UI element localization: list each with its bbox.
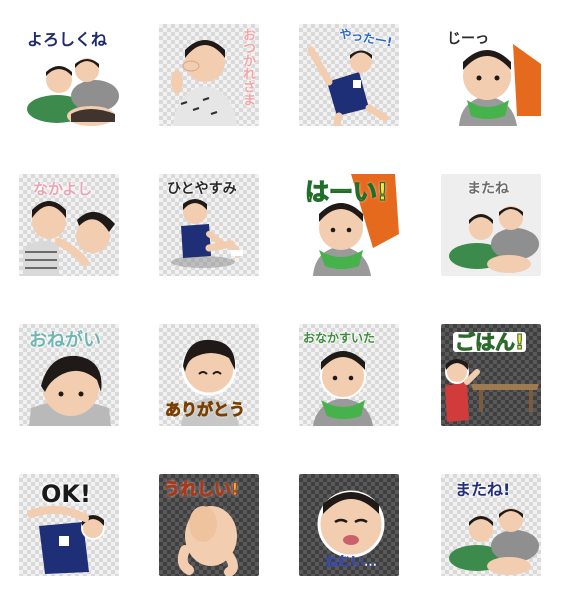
sticker-caption: よろしくね <box>27 30 108 49</box>
sticker-caption: おなかすいた <box>303 331 376 345</box>
sticker-caption: またね <box>467 181 509 197</box>
sticker-tile-ureshii[interactable]: うれしい! <box>159 474 259 576</box>
sticker-tile-arigatou[interactable]: ありがとう <box>159 324 259 426</box>
sticker-tile-gohan[interactable]: ごはん! <box>441 324 541 426</box>
sticker-caption: ありがとう <box>165 400 246 419</box>
sticker-caption: ねむい… <box>325 555 378 570</box>
sticker-caption: おつかれさま <box>240 28 255 106</box>
sticker-grid: よろしくね おつかれさま やったー! じーっ なかよし ひとやすみ はーい! ま… <box>0 0 562 600</box>
sticker-caption: じーっ <box>447 31 489 47</box>
sticker-caption: ひとやすみ <box>167 181 237 197</box>
sticker-caption: ごはん! <box>453 330 527 354</box>
sticker-caption: うれしい! <box>163 480 240 500</box>
sticker-caption: はーい! <box>304 178 388 206</box>
sticker-tile-nakayoshi[interactable]: なかよし <box>19 174 119 276</box>
sticker-tile-matane[interactable]: またね <box>441 174 541 276</box>
sticker-tile-yattaa[interactable]: やったー! <box>299 24 399 126</box>
sticker-caption: おねがい <box>29 330 101 351</box>
sticker-caption: なかよし <box>33 180 93 198</box>
sticker-tile-matane-2[interactable]: またね! <box>441 474 541 576</box>
sticker-tile-yoroshikune[interactable]: よろしくね <box>19 24 119 126</box>
sticker-tile-otsukaresama[interactable]: おつかれさま <box>159 24 259 126</box>
sticker-tile-hitoyasumi[interactable]: ひとやすみ <box>159 174 259 276</box>
sticker-tile-haai[interactable]: はーい! <box>299 174 399 276</box>
sticker-tile-onegai[interactable]: おねがい <box>19 324 119 426</box>
sticker-caption: またね! <box>455 480 511 499</box>
sticker-tile-jiitt[interactable]: じーっ <box>441 24 541 126</box>
sticker-tile-onakasuita[interactable]: おなかすいた <box>299 324 399 426</box>
sticker-tile-nemui[interactable]: ねむい… <box>299 474 399 576</box>
sticker-tile-ok[interactable]: OK! <box>19 474 119 576</box>
sticker-caption: OK! <box>41 480 91 508</box>
